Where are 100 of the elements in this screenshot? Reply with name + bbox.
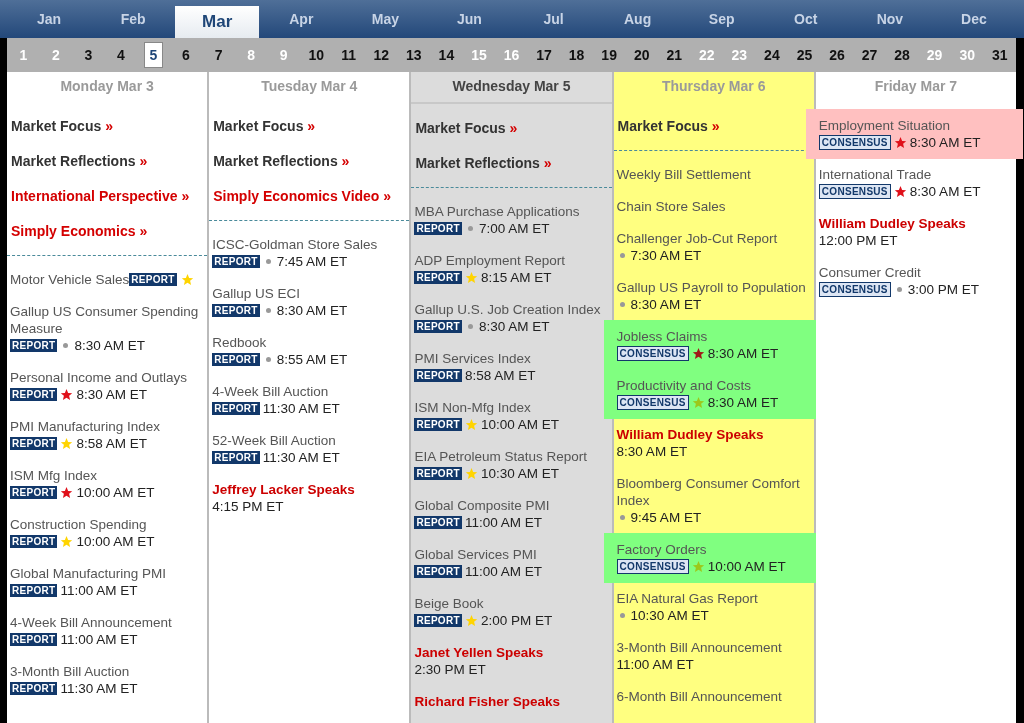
event-name[interactable]: Employment Situation bbox=[818, 117, 951, 134]
event-name[interactable]: EIA Petroleum Status Report bbox=[414, 448, 587, 465]
event-badge[interactable]: REPORT bbox=[212, 402, 260, 415]
commentary-link[interactable]: Market Focus » bbox=[11, 118, 113, 134]
day-link[interactable]: 25 bbox=[791, 43, 818, 67]
event-name[interactable]: Global Services PMI bbox=[414, 546, 537, 563]
event-name[interactable]: Gallup US Payroll to Population bbox=[616, 279, 806, 296]
speaker-event[interactable]: William Dudley Speaks bbox=[616, 426, 764, 443]
speaker-event[interactable]: Richard Fisher Speaks bbox=[414, 693, 560, 710]
speaker-event[interactable]: Jeffrey Lacker Speaks bbox=[212, 481, 355, 498]
event-badge[interactable]: REPORT bbox=[414, 516, 462, 529]
commentary-link[interactable]: Market Reflections » bbox=[213, 153, 350, 169]
event-name[interactable]: Challenger Job-Cut Report bbox=[616, 230, 778, 247]
commentary-link[interactable]: International Perspective » bbox=[11, 188, 190, 204]
event-name[interactable]: Redbook bbox=[212, 334, 267, 351]
event-badge[interactable]: CONSENSUS bbox=[818, 282, 891, 297]
event-name[interactable]: 4-Week Bill Announcement bbox=[10, 614, 172, 631]
event-badge[interactable]: REPORT bbox=[212, 451, 260, 464]
event-badge[interactable]: REPORT bbox=[212, 353, 260, 366]
day-link[interactable]: 19 bbox=[596, 43, 622, 67]
event-name[interactable]: Jobless Claims bbox=[616, 328, 708, 345]
event-badge[interactable]: CONSENSUS bbox=[616, 346, 689, 361]
event-badge[interactable]: REPORT bbox=[414, 467, 462, 480]
event-name[interactable]: Global Manufacturing PMI bbox=[10, 565, 167, 582]
event-badge[interactable]: REPORT bbox=[414, 320, 462, 333]
event-name[interactable]: 3-Month Bill Announcement bbox=[616, 639, 782, 656]
commentary-link[interactable]: Market Reflections » bbox=[11, 153, 148, 169]
event-name[interactable]: Construction Spending bbox=[10, 516, 147, 533]
day-link[interactable]: 18 bbox=[563, 43, 590, 67]
event-badge[interactable]: CONSENSUS bbox=[616, 395, 689, 410]
event-name[interactable]: 52-Week Bill Auction bbox=[212, 432, 336, 449]
day-link[interactable]: 28 bbox=[889, 43, 915, 67]
event-name[interactable]: 6-Month Bill Announcement bbox=[616, 688, 782, 705]
event-badge[interactable]: REPORT bbox=[10, 437, 58, 450]
day-link[interactable]: 5 bbox=[143, 42, 164, 68]
event-name[interactable]: ISM Mfg Index bbox=[10, 467, 98, 484]
event-name[interactable]: EIA Natural Gas Report bbox=[616, 590, 758, 607]
event-name[interactable]: Personal Income and Outlays bbox=[10, 369, 188, 386]
event-name[interactable]: ISM Non-Mfg Index bbox=[414, 399, 531, 416]
day-link[interactable]: 27 bbox=[856, 43, 883, 67]
event-name[interactable]: Bloomberg Consumer Comfort Index bbox=[616, 475, 811, 509]
day-link[interactable]: 6 bbox=[177, 43, 195, 67]
event-name[interactable]: Gallup U.S. Job Creation Index bbox=[414, 301, 601, 318]
event-badge[interactable]: REPORT bbox=[10, 633, 58, 646]
event-name[interactable]: Gallup US Consumer Spending Measure bbox=[10, 303, 205, 337]
event-name[interactable]: Consumer Credit bbox=[818, 264, 921, 281]
month-tab[interactable]: Dec bbox=[931, 0, 1016, 38]
commentary-link[interactable]: Simply Economics Video » bbox=[213, 188, 392, 204]
event-name[interactable]: Factory Orders bbox=[616, 541, 707, 558]
event-name[interactable]: Beige Book bbox=[414, 595, 484, 612]
event-name[interactable]: Global Composite PMI bbox=[414, 497, 550, 514]
month-tab[interactable]: Sep bbox=[679, 0, 764, 38]
event-badge[interactable]: REPORT bbox=[10, 339, 58, 352]
event-name[interactable]: International Trade bbox=[818, 166, 932, 183]
event-badge[interactable]: CONSENSUS bbox=[818, 184, 891, 199]
event-badge[interactable]: REPORT bbox=[414, 222, 462, 235]
day-link[interactable]: 31 bbox=[986, 43, 1013, 67]
event-badge[interactable]: REPORT bbox=[10, 682, 58, 695]
month-tab[interactable]: Aug bbox=[595, 0, 680, 38]
event-name[interactable]: ADP Employment Report bbox=[414, 252, 565, 269]
day-link[interactable]: 3 bbox=[79, 43, 98, 67]
day-link[interactable]: 10 bbox=[303, 43, 329, 67]
commentary-link[interactable]: Simply Economics » bbox=[11, 223, 148, 239]
event-badge[interactable]: CONSENSUS bbox=[818, 135, 891, 150]
day-link[interactable]: 4 bbox=[112, 43, 130, 67]
event-badge[interactable]: REPORT bbox=[129, 273, 177, 286]
commentary-link[interactable]: Market Reflections » bbox=[415, 155, 552, 171]
event-name[interactable]: PMI Manufacturing Index bbox=[10, 418, 161, 435]
event-name[interactable]: Productivity and Costs bbox=[616, 377, 751, 394]
event-name[interactable]: Chain Store Sales bbox=[616, 198, 726, 215]
day-link[interactable]: 12 bbox=[368, 43, 395, 67]
event-name[interactable]: Motor Vehicle Sales bbox=[10, 271, 130, 288]
event-badge[interactable]: REPORT bbox=[414, 418, 462, 431]
event-name[interactable]: 4-Week Bill Auction bbox=[212, 383, 329, 400]
day-link[interactable]: 14 bbox=[433, 43, 460, 67]
month-tab[interactable]: May bbox=[343, 0, 428, 38]
day-link[interactable]: 20 bbox=[628, 43, 655, 67]
month-tab[interactable]: Mar bbox=[175, 6, 260, 38]
event-badge[interactable]: REPORT bbox=[10, 535, 58, 548]
day-link[interactable]: 17 bbox=[531, 43, 557, 67]
commentary-link[interactable]: Market Focus » bbox=[213, 118, 316, 134]
month-tab[interactable]: Apr bbox=[259, 0, 344, 38]
day-link[interactable]: 11 bbox=[336, 43, 362, 67]
day-link[interactable]: 26 bbox=[824, 43, 850, 67]
commentary-link[interactable]: Market Focus » bbox=[617, 118, 720, 134]
speaker-event[interactable]: William Dudley Speaks bbox=[818, 215, 966, 232]
month-tab[interactable]: Jul bbox=[511, 0, 596, 38]
event-badge[interactable]: REPORT bbox=[414, 369, 462, 382]
event-badge[interactable]: REPORT bbox=[212, 304, 260, 317]
speaker-event[interactable]: Janet Yellen Speaks bbox=[414, 644, 544, 661]
event-badge[interactable]: REPORT bbox=[414, 565, 462, 578]
month-tab[interactable]: Feb bbox=[91, 0, 176, 38]
event-badge[interactable]: REPORT bbox=[10, 486, 58, 499]
event-name[interactable]: Weekly Bill Settlement bbox=[616, 166, 751, 183]
event-name[interactable]: MBA Purchase Applications bbox=[414, 203, 580, 220]
month-tab[interactable]: Jan bbox=[7, 0, 92, 38]
event-badge[interactable]: REPORT bbox=[212, 255, 260, 268]
month-tab[interactable]: Nov bbox=[847, 0, 932, 38]
event-badge[interactable]: REPORT bbox=[414, 614, 462, 627]
commentary-link[interactable]: Market Focus » bbox=[415, 120, 518, 136]
